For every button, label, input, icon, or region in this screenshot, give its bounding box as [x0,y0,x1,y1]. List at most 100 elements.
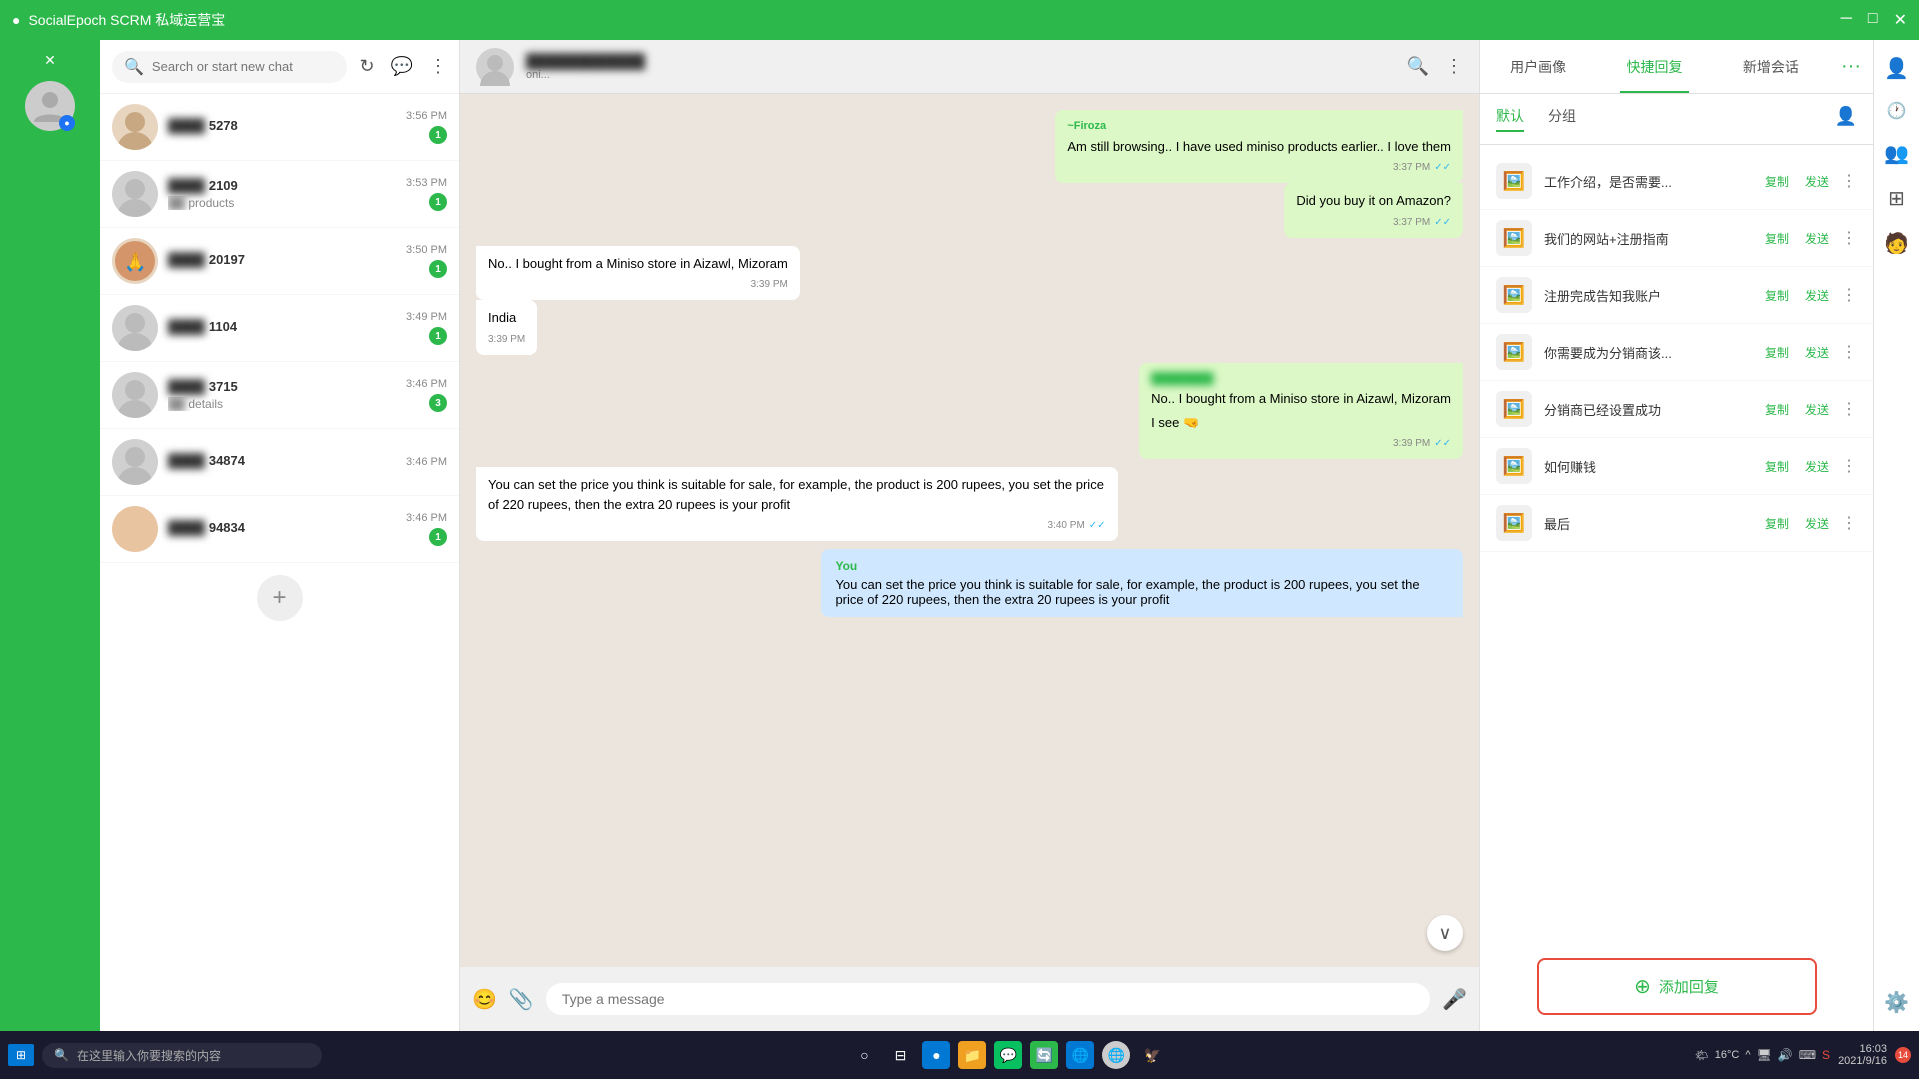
chat-item[interactable]: ████ 1104 3:49 PM 1 [100,295,459,362]
header-icons: ↻ 💬 ⋮ [359,56,447,77]
quick-reply-item: 🖼️ 你需要成为分销商该... 复制 发送 ⋮ [1480,324,1873,381]
start-button[interactable]: ⊞ [8,1044,34,1066]
more-options-button[interactable]: ⋮ [1841,228,1857,248]
my-avatar[interactable]: ● [25,81,75,131]
more-options-icon[interactable]: ⋮ [1445,56,1463,77]
taskbar-search[interactable]: 🔍 在这里输入你要搜索的内容 [42,1043,322,1068]
more-options-button[interactable]: ⋮ [1841,171,1857,191]
history-side-icon[interactable]: 🕐 [1879,93,1915,129]
user-profile-side-icon[interactable]: 👤 [1876,48,1917,89]
add-chat-button[interactable]: + [257,575,303,621]
notification-badge[interactable]: 14 [1895,1047,1911,1063]
minimize-button[interactable]: ─ [1841,10,1852,30]
send-button[interactable]: 发送 [1801,228,1833,249]
right-panel-main: 用户画像 快捷回复 新增会话 ··· 默认 分组 👤 🖼️ 工作介绍， [1480,40,1873,1031]
copy-button[interactable]: 复制 [1761,399,1793,420]
volume-icon[interactable]: 🔊 [1778,1048,1793,1062]
scroll-down-button[interactable]: ∨ [1427,915,1463,951]
attach-icon[interactable]: 📎 [509,987,534,1012]
copy-button[interactable]: 复制 [1761,456,1793,477]
add-reply-button[interactable]: ⊕ 添加回复 [1537,958,1817,1015]
taskbar-icon-green[interactable]: 🔄 [1030,1041,1058,1069]
more-tabs-icon[interactable]: ··· [1829,43,1873,90]
network-icon[interactable]: 🖥 [1757,1048,1772,1062]
taskbar-icon-2[interactable]: ⊟ [886,1041,914,1069]
quick-reply-text: 注册完成告知我账户 [1544,286,1749,305]
chat-item[interactable]: ████ 34874 3:46 PM [100,429,459,496]
chat-name: ████ 1104 [168,319,396,334]
more-icon[interactable]: ⋮ [429,56,447,77]
taskbar-icon-blue[interactable]: ● [922,1041,950,1069]
copy-button[interactable]: 复制 [1761,513,1793,534]
chat-avatar [112,171,158,217]
right-panel-side-icons: 👤 🕐 👥 ⊞ 🧑 ⚙️ [1873,40,1919,1031]
message-bubble: India 3:39 PM [476,300,537,355]
copy-button[interactable]: 复制 [1761,285,1793,306]
more-options-button[interactable]: ⋮ [1841,513,1857,533]
subtab-default[interactable]: 默认 [1496,106,1524,132]
subtab-group[interactable]: 分组 [1548,106,1576,132]
chat-item[interactable]: 🙏 ████ 20197 3:50 PM 1 [100,228,459,295]
message-text: Am still browsing.. I have used miniso p… [1067,137,1451,157]
emoji-icon[interactable]: 😊 [472,987,497,1012]
message-bubble: Did you buy it on Amazon? 3:37 PM ✓✓ [1284,183,1463,238]
sidebar-close-button[interactable]: ✕ [40,48,60,73]
taskbar-icon-app[interactable]: 🦅 [1138,1041,1166,1069]
tab-user-profile[interactable]: 用户画像 [1480,41,1596,93]
clock[interactable]: 16:03 2021/9/16 [1838,1043,1887,1067]
search-bar[interactable]: 🔍 [112,51,347,83]
more-options-button[interactable]: ⋮ [1841,342,1857,362]
send-button[interactable]: 发送 [1801,342,1833,363]
chat-avatar [112,439,158,485]
title-bar-controls[interactable]: ─ □ ✕ [1841,10,1907,30]
more-options-button[interactable]: ⋮ [1841,456,1857,476]
taskbar-icon-wechat[interactable]: 💬 [994,1041,1022,1069]
chevron-up-icon[interactable]: ^ [1745,1049,1750,1061]
keyboard-icon[interactable]: ⌨ [1799,1048,1816,1062]
send-button[interactable]: 发送 [1801,456,1833,477]
settings-side-icon[interactable]: ⚙️ [1876,982,1917,1023]
send-button[interactable]: 发送 [1801,513,1833,534]
copy-button[interactable]: 复制 [1761,228,1793,249]
chat-info: ████ 94834 [168,520,396,538]
chat-name-text: ████ [168,520,205,535]
search-chat-icon[interactable]: 🔍 [1407,56,1429,77]
chat-icon[interactable]: 💬 [391,56,413,77]
message-group: No.. I bought from a Miniso store in Aiz… [476,246,1463,355]
contact-side-icon[interactable]: 👥 [1876,133,1917,174]
maximize-button[interactable]: □ [1868,10,1878,30]
microphone-icon[interactable]: 🎤 [1442,987,1467,1012]
message-input[interactable] [546,983,1430,1015]
send-button[interactable]: 发送 [1801,285,1833,306]
chat-item[interactable]: ████ 94834 3:46 PM 1 [100,496,459,563]
taskbar-icon-folder[interactable]: 📁 [958,1041,986,1069]
chat-item[interactable]: ████ 5278 3:56 PM 1 [100,94,459,161]
person-side-icon[interactable]: 🧑 [1876,223,1917,264]
taskbar-icon-edge[interactable]: 🌐 [1066,1041,1094,1069]
quick-reply-actions: 复制 发送 ⋮ [1761,399,1857,420]
grid-side-icon[interactable]: ⊞ [1880,178,1913,219]
chat-name-text: ████ [168,178,205,193]
taskbar-icon-chrome[interactable]: 🌐 [1102,1041,1130,1069]
send-button[interactable]: 发送 [1801,171,1833,192]
copy-button[interactable]: 复制 [1761,171,1793,192]
search-icon: 🔍 [124,57,144,77]
antivirus-icon[interactable]: S [1822,1048,1830,1062]
more-options-button[interactable]: ⋮ [1841,285,1857,305]
quick-reply-actions: 复制 发送 ⋮ [1761,228,1857,249]
tab-quick-reply[interactable]: 快捷回复 [1596,41,1712,93]
send-button[interactable]: 发送 [1801,399,1833,420]
taskbar-icon-1[interactable]: ○ [850,1041,878,1069]
more-options-button[interactable]: ⋮ [1841,399,1857,419]
quick-reply-text: 最后 [1544,514,1749,533]
search-input[interactable] [152,59,336,74]
refresh-icon[interactable]: ↻ [359,56,374,77]
chat-item[interactable]: ████ 2109 ██ products 3:53 PM 1 [100,161,459,228]
title-bar: ● SocialEpoch SCRM 私域运营宝 ─ □ ✕ [0,0,1919,40]
copy-button[interactable]: 复制 [1761,342,1793,363]
tab-new-session[interactable]: 新增会话 [1713,41,1829,93]
user-search-icon[interactable]: 👤 [1835,106,1857,132]
close-button[interactable]: ✕ [1894,10,1907,30]
chat-item[interactable]: ████ 3715 ██ details 3:46 PM 3 [100,362,459,429]
chat-name: ████ 94834 [168,520,396,535]
